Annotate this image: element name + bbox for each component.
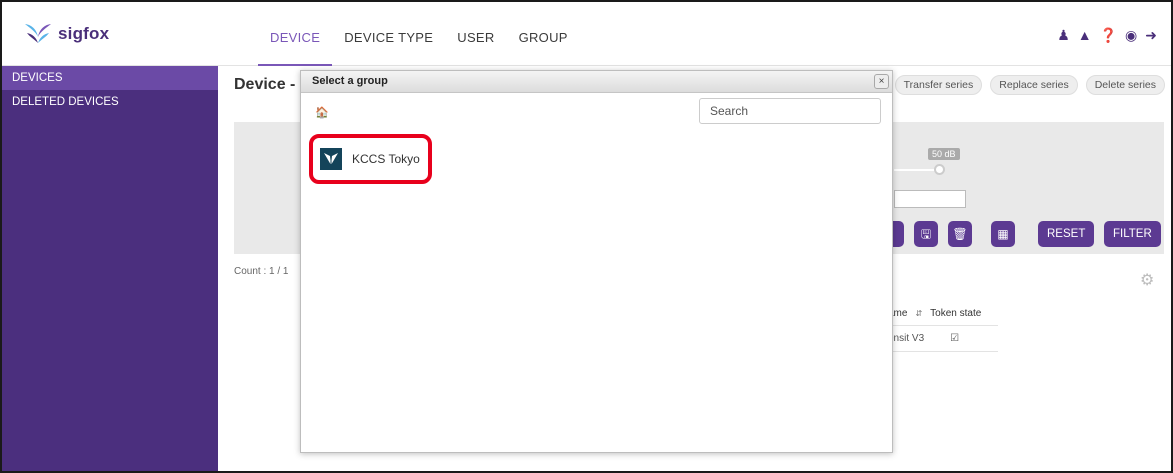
device-table: ame ⇵ Token state ensit V3 ☑ xyxy=(888,302,998,352)
sigfox-logo[interactable]: sigfox xyxy=(24,22,109,46)
user-icon[interactable]: ♟ xyxy=(1057,28,1070,42)
export-csv-button[interactable]: ▦ xyxy=(991,221,1015,247)
top-icons: ♟ ▲ ❓ ◉ ➜ xyxy=(1057,28,1157,42)
gear-icon[interactable]: ⚙ xyxy=(1140,270,1154,290)
nav-user[interactable]: USER xyxy=(445,2,506,66)
group-item-kccs-tokyo[interactable]: KCCS Tokyo xyxy=(309,134,432,184)
table-header: ame ⇵ Token state xyxy=(888,302,998,326)
modal-title: Select a group xyxy=(312,75,388,87)
top-bar: sigfox DEVICE DEVICE TYPE USER GROUP ♟ ▲… xyxy=(2,2,1171,66)
sidebar-item-deleted-devices[interactable]: DELETED DEVICES xyxy=(2,90,218,114)
group-logo-icon xyxy=(320,148,342,170)
column-header-token-state[interactable]: Token state xyxy=(930,302,981,325)
delete-series-button[interactable]: Delete series xyxy=(1085,75,1165,95)
close-icon[interactable]: × xyxy=(874,74,889,89)
replace-series-button[interactable]: Replace series xyxy=(990,75,1078,95)
filter-button[interactable]: FILTER xyxy=(1104,221,1161,247)
butterfly-logo-icon xyxy=(25,24,51,43)
cell-device-type: ensit V3 xyxy=(888,333,925,344)
slider-handle[interactable] xyxy=(934,164,945,175)
search-input[interactable] xyxy=(699,98,881,124)
csv-icon: ▦ xyxy=(997,227,1009,241)
logo-text: sigfox xyxy=(58,24,110,43)
modal-header: Select a group × xyxy=(301,71,892,93)
reset-button[interactable]: RESET xyxy=(1038,221,1095,247)
app-window: sigfox DEVICE DEVICE TYPE USER GROUP ♟ ▲… xyxy=(0,0,1173,473)
result-count: Count : 1 / 1 xyxy=(234,266,289,277)
nav-device-type[interactable]: DEVICE TYPE xyxy=(332,2,445,66)
help-icon[interactable]: ❓ xyxy=(1100,28,1117,42)
delete-filter-button[interactable]: 🗑 xyxy=(948,221,972,247)
page-title: Device - L xyxy=(234,76,310,93)
sort-icon[interactable]: ⇵ xyxy=(915,302,922,325)
table-row[interactable]: ensit V3 ☑ xyxy=(888,326,998,352)
sidebar-item-devices[interactable]: DEVICES xyxy=(2,66,218,90)
save-filter-button[interactable]: 🖫 xyxy=(914,221,938,247)
save-icon: 🖫 xyxy=(920,227,932,241)
main-nav: DEVICE DEVICE TYPE USER GROUP xyxy=(258,2,580,66)
filter-text-field[interactable] xyxy=(894,190,966,208)
trash-icon: 🗑 xyxy=(952,227,968,241)
nav-device[interactable]: DEVICE xyxy=(258,2,333,66)
warning-icon[interactable]: ▲ xyxy=(1078,28,1092,42)
home-icon[interactable]: 🏠 xyxy=(315,106,329,119)
logout-icon[interactable]: ➜ xyxy=(1145,28,1157,42)
select-group-modal: Select a group × 🏠 KCCS Tokyo xyxy=(300,70,893,453)
transfer-series-button[interactable]: Transfer series xyxy=(894,75,983,95)
slider-value-badge: 50 dB xyxy=(928,148,960,160)
sidebar: DEVICES DELETED DEVICES xyxy=(2,66,218,471)
eye-icon[interactable]: ◉ xyxy=(1125,28,1137,42)
group-label: KCCS Tokyo xyxy=(352,152,420,166)
nav-group[interactable]: GROUP xyxy=(507,2,580,66)
checkbox-checked-icon: ☑ xyxy=(950,333,960,344)
